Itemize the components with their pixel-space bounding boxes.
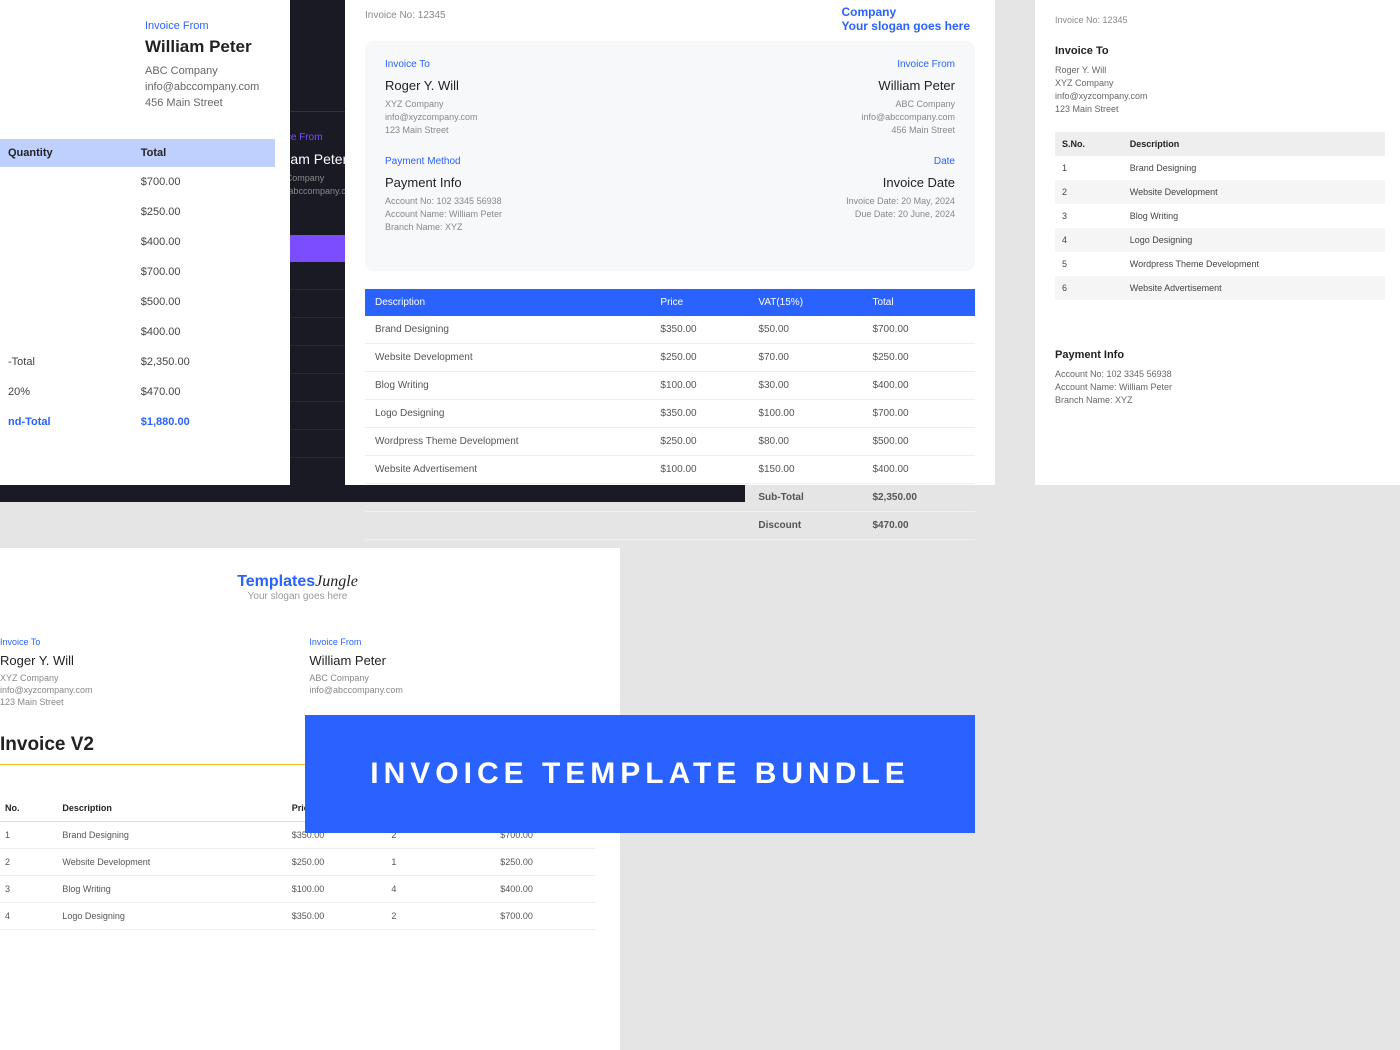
title-banner: INVOICE TEMPLATE BUNDLE [305,715,975,833]
d2-head: DescriptionPriceVAT(15%)Total [365,289,975,316]
table-row: $400.00 [0,227,275,257]
d3-head: S.No.Description [1055,132,1385,156]
table-row: $400.00 [0,317,275,347]
d1-rows: $700.00$250.00$400.00$700.00$500.00$400.… [0,167,275,347]
table-row: $250.00 [0,197,275,227]
table-row: 5Wordpress Theme Development [1055,252,1385,276]
from-company: ABC Company [145,65,275,77]
table-row: $500.00 [0,287,275,317]
table-row: 1Brand Designing [1055,156,1385,180]
from-street: 456 Main Street [145,97,275,109]
table-row: 2Website Development$250.001$250.00 [0,849,595,876]
table-row: Logo Designing$350.00$100.00$700.00 [365,400,975,428]
table-row: Brand Designing$350.00$50.00$700.00 [365,316,975,344]
items-table: S.No.Description 1Brand Designing2Websit… [1055,132,1385,324]
table-row: $700.00 [0,257,275,287]
logo: TemplatesJungle Your slogan goes here [0,573,595,602]
d3-rows: 1Brand Designing2Website Development3Blo… [1055,156,1385,300]
table-row: 3Blog Writing [1055,204,1385,228]
table-row: Wordpress Theme Development$250.00$80.00… [365,428,975,456]
invoice-center: Invoice No: 12345 CompanyYour slogan goe… [345,0,995,485]
table-row: Blog Writing$100.00$30.00$400.00 [365,372,975,400]
d2-rows: Brand Designing$350.00$50.00$700.00Websi… [365,316,975,484]
col-total: Total [133,139,275,167]
table-row: $700.00 [0,167,275,197]
table-row: 6Website Advertisement [1055,276,1385,300]
info-panel: Invoice To Roger Y. Will XYZ Company inf… [365,41,975,271]
from-name: William Peter [145,37,275,57]
from-email: info@abccompany.com [145,81,275,93]
col-qty: Quantity [0,139,133,167]
table-row: 4Logo Designing$350.002$700.00 [0,903,595,930]
table-row: 2Website Development [1055,180,1385,204]
from-label: Invoice From [145,20,275,32]
items-table: DescriptionPriceVAT(15%)Total Brand Desi… [365,289,975,540]
banner-text: INVOICE TEMPLATE BUNDLE [370,757,909,791]
invoice-v1-left: Invoice From William Peter ABC Company i… [0,0,290,485]
table-row: Website Development$250.00$70.00$250.00 [365,344,975,372]
d4-rows: 1Brand Designing$350.002$700.002Website … [0,822,595,930]
table-row: Website Advertisement$100.00$150.00$400.… [365,456,975,484]
table-row: 4Logo Designing [1055,228,1385,252]
totals-table: QuantityTotal $700.00$250.00$400.00$700.… [0,139,275,437]
logo: CompanyYour slogan goes here [842,5,970,33]
table-row: 3Blog Writing$100.004$400.00 [0,876,595,903]
invoice-right: Invoice No: 12345 Invoice To Roger Y. Wi… [1035,0,1400,485]
